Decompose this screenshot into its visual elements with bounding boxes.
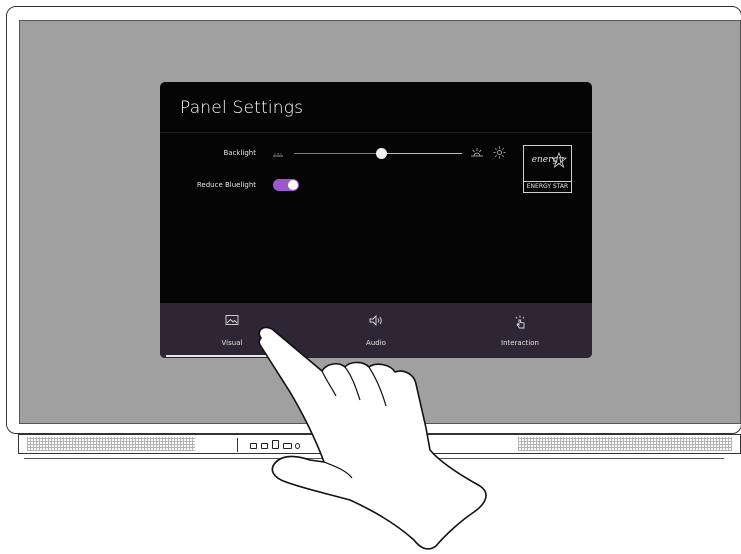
power-button-icon[interactable] <box>331 439 341 449</box>
reduce-bluelight-label: Reduce Bluelight <box>196 181 256 189</box>
usb-port-icon <box>261 443 268 449</box>
display-illustration: Panel Settings Backlight Reduce Blueligh… <box>0 0 741 554</box>
star-icon <box>551 152 567 168</box>
usb-port-icon <box>250 443 257 449</box>
tab-visual[interactable]: Visual <box>160 303 304 358</box>
tab-interaction[interactable]: Interaction <box>448 303 592 358</box>
settings-tab-bar: Visual Audio Interaction <box>160 303 592 358</box>
tab-audio-label: Audio <box>366 339 386 347</box>
sun-medium-icon <box>471 148 483 157</box>
page-title: Panel Settings <box>180 98 304 118</box>
stand-line <box>24 458 724 459</box>
reduce-bluelight-toggle[interactable] <box>273 179 299 191</box>
hdmi-port-icon <box>283 443 292 449</box>
speaker-grille-right <box>518 437 732 451</box>
front-rail <box>18 434 741 454</box>
usb-c-port-icon <box>272 440 279 449</box>
front-port-panel <box>237 438 345 452</box>
tab-visual-label: Visual <box>221 339 243 347</box>
tap-icon <box>515 315 525 329</box>
image-icon <box>225 315 239 325</box>
tab-audio[interactable]: Audio <box>304 303 448 358</box>
toggle-knob <box>288 180 298 190</box>
tab-interaction-label: Interaction <box>501 339 539 347</box>
speaker-icon <box>369 315 382 326</box>
panel-settings-dialog: Panel Settings Backlight Reduce Blueligh… <box>160 82 592 358</box>
sun-dim-icon <box>273 153 283 157</box>
sun-bright-icon <box>493 146 506 159</box>
audio-port-icon <box>295 443 300 449</box>
speaker-grille-left <box>27 437 195 451</box>
title-divider <box>160 132 592 133</box>
energy-star-text: ENERGY STAR <box>524 181 571 192</box>
slider-fill <box>294 153 382 155</box>
energy-star-logo: energy ENERGY STAR <box>523 145 572 193</box>
slider-thumb[interactable] <box>375 148 387 159</box>
backlight-label: Backlight <box>223 149 256 157</box>
tab-selected-indicator <box>166 355 298 357</box>
